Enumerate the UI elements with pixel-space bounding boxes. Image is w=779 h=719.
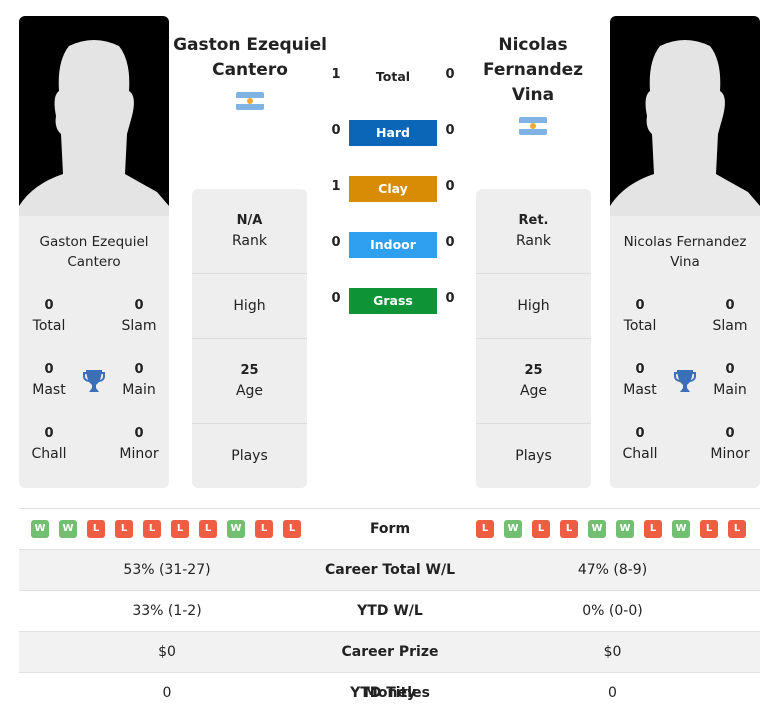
trophy-icon xyxy=(82,368,106,398)
stats-label-ytd-wl: YTD W/L xyxy=(357,603,423,619)
form-win-badge[interactable]: W xyxy=(31,520,49,538)
form-win-badge[interactable]: W xyxy=(616,520,634,538)
form-loss-badge[interactable]: L xyxy=(115,520,133,538)
player2-form: LWLLWWLWLL xyxy=(476,520,746,538)
p2-titles-total: 0 Total xyxy=(623,298,657,334)
form-loss-badge[interactable]: L xyxy=(171,520,189,538)
player2-card: Nicolas Fernandez Vina 0 Total 0 Slam 0 Mas… xyxy=(610,216,760,488)
player2-photo xyxy=(610,16,760,216)
p1-titles-mast: 0 Mast xyxy=(32,362,66,398)
player1-name[interactable]: Gaston Ezequiel Cantero xyxy=(172,33,328,83)
h2h-hard-p1: 0 xyxy=(331,123,341,138)
stats-row-ytd-wl: 33% (1-2) YTD W/L 0% (0-0) xyxy=(19,591,760,632)
player2-name[interactable]: Nicolas Fernandez Vina xyxy=(455,33,611,108)
p1-plays: Plays xyxy=(231,448,268,464)
player-silhouette-icon xyxy=(19,40,169,216)
player2-card-name: Nicolas Fernandez Vina xyxy=(623,234,747,270)
p1-titles-minor: 0 Minor xyxy=(119,426,159,462)
p2-prize: $0 xyxy=(603,644,622,660)
p2-ytd-wl: 0% (0-0) xyxy=(582,603,643,619)
form-loss-badge[interactable]: L xyxy=(87,520,105,538)
h2h-grass-p1: 0 xyxy=(331,291,341,306)
player2-info-card: Ret. Rank High 25 Age Plays xyxy=(476,189,591,488)
p2-titles-chall: 0 Chall xyxy=(622,426,658,462)
p1-titles-slam: 0 Slam xyxy=(121,298,157,334)
player1-photo xyxy=(19,16,169,216)
h2h-indoor-p1: 0 xyxy=(331,235,341,250)
form-win-badge[interactable]: W xyxy=(504,520,522,538)
p1-career-wl: 53% (31-27) xyxy=(123,562,211,578)
p2-age: 25 Age xyxy=(476,339,591,424)
form-loss-badge[interactable]: L xyxy=(143,520,161,538)
form-loss-badge[interactable]: L xyxy=(560,520,578,538)
p1-rank: N/A Rank xyxy=(192,189,307,274)
form-win-badge[interactable]: W xyxy=(672,520,690,538)
stats-row-career-wl: 53% (31-27) Career Total W/L 47% (8-9) xyxy=(19,550,760,591)
stats-label-career-wl: Career Total W/L xyxy=(325,562,455,578)
p1-high: High xyxy=(192,274,307,339)
surface-clay-badge[interactable]: Clay xyxy=(349,176,437,202)
surface-grass-badge[interactable]: Grass xyxy=(349,288,437,314)
h2h-total-label: Total xyxy=(375,69,411,84)
p1-age: 25 Age xyxy=(192,339,307,424)
p2-titles-minor: 0 Minor xyxy=(710,426,750,462)
p2-titles-main: 0 Main xyxy=(713,362,747,398)
p1-titles-main: 0 Main xyxy=(122,362,156,398)
form-win-badge[interactable]: W xyxy=(227,520,245,538)
form-loss-badge[interactable]: L xyxy=(728,520,746,538)
stats-table: WWLLLLLWLL Form LWLLWWLWLL 53% (31-27) C… xyxy=(19,508,760,714)
p2-plays: Plays xyxy=(515,448,552,464)
stats-row-form: WWLLLLLWLL Form LWLLWWLWLL xyxy=(19,509,760,550)
p2-titles-slam: 0 Slam xyxy=(712,298,748,334)
trophy-icon xyxy=(673,368,697,398)
player-silhouette-icon xyxy=(610,40,760,216)
p2-ytd-titles: 0 xyxy=(608,685,617,701)
stats-row-prize: $0 Career Prize Money $0 xyxy=(19,632,760,701)
p2-titles-mast: 0 Mast xyxy=(623,362,657,398)
p2-career-wl: 47% (8-9) xyxy=(577,562,648,578)
h2h-total-p1: 1 xyxy=(331,67,341,82)
h2h-clay-p2: 0 xyxy=(445,179,455,194)
form-loss-badge[interactable]: L xyxy=(476,520,494,538)
p2-high: High xyxy=(476,274,591,339)
form-win-badge[interactable]: W xyxy=(588,520,606,538)
stats-row-ytd-titles: 0 YTD Titles 0 xyxy=(19,673,760,714)
h2h-indoor-p2: 0 xyxy=(445,235,455,250)
form-loss-badge[interactable]: L xyxy=(532,520,550,538)
form-loss-badge[interactable]: L xyxy=(199,520,217,538)
argentina-flag-icon xyxy=(519,117,547,135)
stats-label-form: Form xyxy=(369,521,411,537)
stats-label-ytd-titles: YTD Titles xyxy=(350,685,430,701)
form-loss-badge[interactable]: L xyxy=(283,520,301,538)
form-loss-badge[interactable]: L xyxy=(255,520,273,538)
p2-rank: Ret. Rank xyxy=(476,189,591,274)
player1-form: WWLLLLLWLL xyxy=(31,520,301,538)
surface-hard-badge[interactable]: Hard xyxy=(349,120,437,146)
form-loss-badge[interactable]: L xyxy=(700,520,718,538)
h2h-grass-p2: 0 xyxy=(445,291,455,306)
player1-info-card: N/A Rank High 25 Age Plays xyxy=(192,189,307,488)
p1-ytd-titles: 0 xyxy=(162,685,172,701)
form-win-badge[interactable]: W xyxy=(59,520,77,538)
player1-card-name: Gaston Ezequiel Cantero xyxy=(39,234,149,270)
argentina-flag-icon xyxy=(236,92,264,110)
h2h-clay-p1: 1 xyxy=(331,179,341,194)
p1-titles-chall: 0 Chall xyxy=(31,426,67,462)
h2h-hard-p2: 0 xyxy=(445,123,455,138)
p1-titles-total: 0 Total xyxy=(32,298,66,334)
player1-card: Gaston Ezequiel Cantero 0 Total 0 Slam 0 Ma… xyxy=(19,216,169,488)
form-loss-badge[interactable]: L xyxy=(644,520,662,538)
surface-indoor-badge[interactable]: Indoor xyxy=(349,232,437,258)
p1-prize: $0 xyxy=(158,644,176,660)
p1-ytd-wl: 33% (1-2) xyxy=(132,603,202,619)
